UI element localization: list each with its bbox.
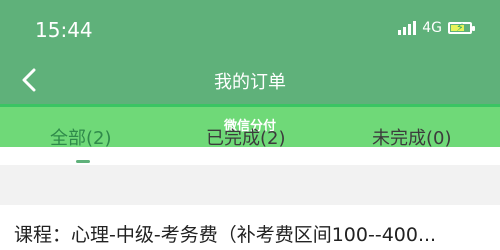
- tab-bar: 全部(2) 已完成(2) 未完成(0): [0, 128, 500, 162]
- network-label: 4G: [422, 20, 442, 36]
- nav-bar: 我的订单: [0, 58, 500, 104]
- status-time: 15:44: [35, 18, 93, 42]
- page-title: 我的订单: [214, 72, 286, 93]
- tab-completed[interactable]: 已完成(2): [206, 124, 286, 150]
- order-course: 课程：心理-中级-考务费（补考费区间100--400...: [14, 224, 437, 246]
- signal-icon: [398, 21, 417, 35]
- status-bar: 15:44 4G ⚡: [0, 0, 500, 58]
- battery-icon: ⚡: [448, 21, 475, 34]
- tab-all[interactable]: 全部(2): [50, 124, 112, 150]
- section-divider: [0, 165, 500, 205]
- active-tab-indicator: [76, 160, 90, 163]
- order-card[interactable]: 课程：心理-中级-考务费（补考费区间100--400...: [0, 205, 500, 250]
- charging-icon: ⚡: [456, 21, 464, 34]
- tab-incomplete[interactable]: 未完成(0): [372, 124, 452, 150]
- status-icons: 4G ⚡: [398, 20, 475, 36]
